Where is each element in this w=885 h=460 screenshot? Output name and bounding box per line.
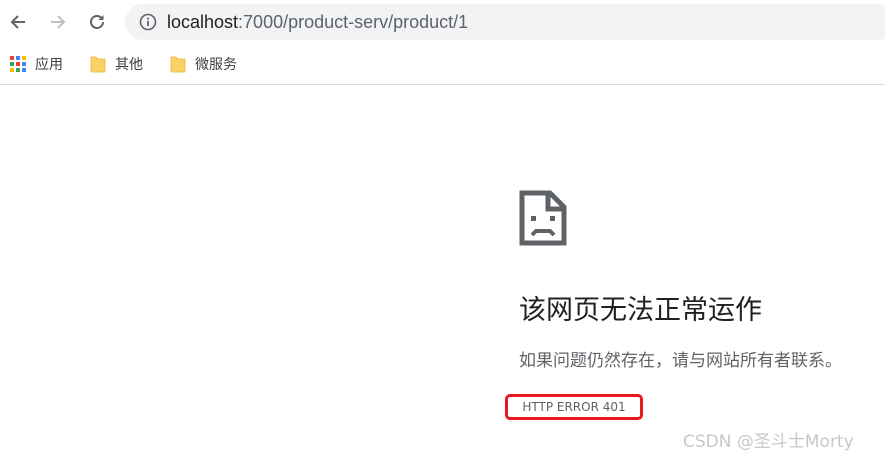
reload-button[interactable] [82, 7, 112, 37]
forward-button[interactable] [43, 7, 73, 37]
bookmark-label: 其他 [115, 57, 143, 73]
bookmark-apps[interactable]: 应用 [10, 53, 63, 75]
apps-grid-icon [10, 56, 26, 72]
bookmark-folder-microservices[interactable]: 微服务 [170, 53, 237, 75]
sad-page-icon [519, 190, 567, 246]
info-icon[interactable] [139, 13, 157, 31]
url-path: :7000/product-serv/product/1 [238, 12, 469, 32]
error-title: 该网页无法正常运作 [519, 295, 762, 326]
bookmark-folder-other[interactable]: 其他 [90, 53, 143, 75]
url-host: localhost [167, 12, 239, 32]
watermark: CSDN @圣斗士Morty [683, 432, 854, 452]
error-code-highlight: HTTP ERROR 401 [505, 394, 643, 420]
back-arrow-icon [10, 15, 25, 29]
reload-icon [90, 15, 104, 29]
url-text[interactable]: localhost:7000/product-serv/product/1 [167, 11, 468, 33]
browser-toolbar: localhost:7000/product-serv/product/1 [0, 0, 885, 44]
folder-icon [90, 56, 106, 73]
error-code: HTTP ERROR 401 [522, 400, 626, 414]
forward-arrow-icon [51, 15, 66, 29]
folder-icon [170, 56, 186, 73]
bookmark-label: 微服务 [195, 57, 237, 73]
bookmark-label: 应用 [35, 57, 63, 73]
address-bar[interactable]: localhost:7000/product-serv/product/1 [125, 4, 885, 40]
back-button[interactable] [3, 7, 33, 37]
bookmarks-bar: 应用 其他 微服务 [0, 44, 885, 85]
error-description: 如果问题仍然存在，请与网站所有者联系。 [519, 351, 842, 371]
